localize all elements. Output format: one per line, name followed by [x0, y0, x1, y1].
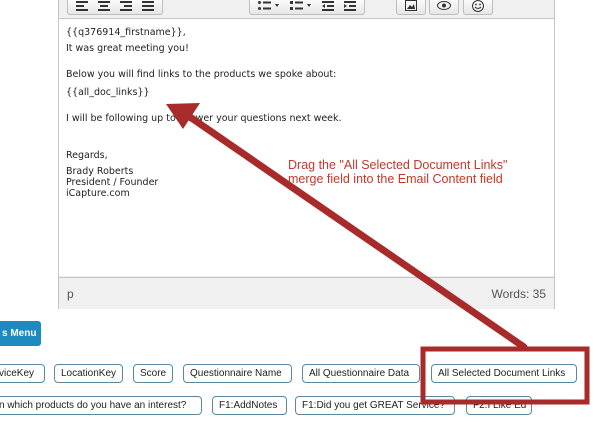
annotation-line-2: merge field into the Email Content field [288, 172, 503, 186]
annotation-line-1: Drag the "All Selected Document Links" [288, 158, 508, 172]
highlight-box [420, 346, 590, 405]
arrow-head [166, 103, 200, 129]
instruction-annotation: Drag the "All Selected Document Links" m… [288, 158, 507, 186]
annotation-overlay [166, 103, 590, 405]
drag-arrow [186, 113, 528, 351]
